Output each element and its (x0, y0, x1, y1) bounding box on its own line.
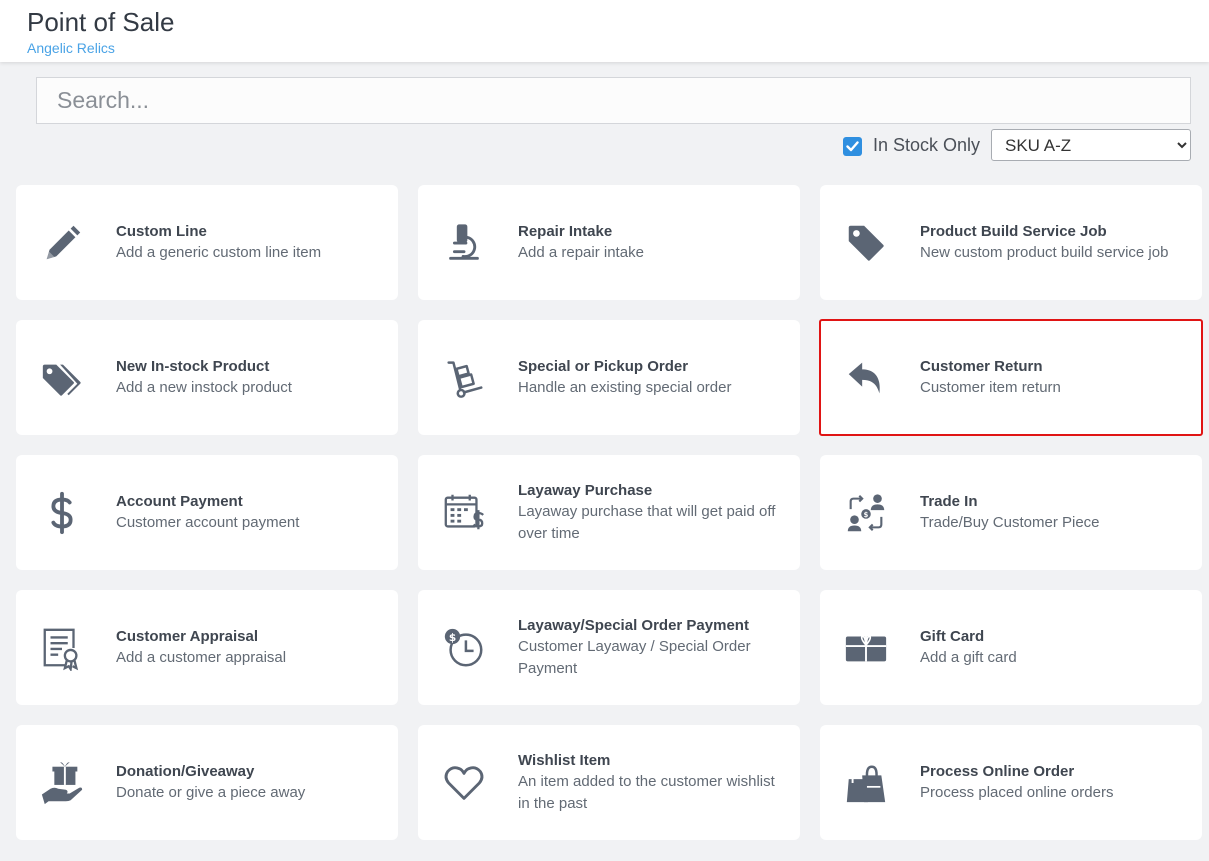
card-wishlist-item[interactable]: Wishlist Item An item added to the custo… (418, 725, 800, 840)
card-new-in-stock-product[interactable]: New In-stock Product Add a new instock p… (16, 320, 398, 435)
card-title: Donation/Giveaway (116, 762, 255, 780)
sort-select[interactable]: SKU A-Z (991, 129, 1191, 161)
card-special-or-pickup-order[interactable]: Special or Pickup Order Handle an existi… (418, 320, 800, 435)
card-title: Product Build Service Job (920, 222, 1107, 240)
gift-card-icon (842, 624, 890, 672)
page-title: Point of Sale (27, 7, 175, 37)
card-custom-line[interactable]: Custom Line Add a generic custom line it… (16, 185, 398, 300)
card-layaway-purchase[interactable]: Layaway Purchase Layaway purchase that w… (418, 455, 800, 570)
calendar-dollar-icon (440, 489, 488, 537)
card-description: Process placed online orders (920, 783, 1114, 801)
action-grid: Custom Line Add a generic custom line it… (16, 185, 1203, 840)
card-description: Customer item return (920, 378, 1061, 396)
card-process-online-order[interactable]: Process Online Order Process placed onli… (820, 725, 1202, 840)
card-customer-appraisal[interactable]: Customer Appraisal Add a customer apprai… (16, 590, 398, 705)
card-title: Special or Pickup Order (518, 357, 689, 375)
tag-icon (842, 219, 890, 267)
card-description: Add a generic custom line item (116, 243, 322, 261)
app-header: Point of Sale Angelic Relics (0, 0, 1209, 62)
in-stock-checkbox[interactable] (843, 136, 862, 156)
card-donation-giveaway[interactable]: Donation/Giveaway Donate or give a piece… (16, 725, 398, 840)
card-product-build-service-job[interactable]: Product Build Service Job New custom pro… (820, 185, 1202, 300)
card-layaway-special-order-payment[interactable]: $ Layaway/Special Order Payment Customer… (418, 590, 800, 705)
card-description: Add a repair intake (518, 243, 644, 261)
card-title: Gift Card (920, 627, 985, 645)
pencil-icon (38, 219, 86, 267)
card-title: Layaway Purchase (518, 481, 653, 499)
clock-dollar-icon: $ (440, 624, 488, 672)
card-description: Add a customer appraisal (116, 648, 287, 666)
card-title: New In-stock Product (116, 357, 270, 375)
microscope-icon (440, 219, 488, 267)
card-description: Layaway purchase that will get paid off … (518, 502, 776, 542)
card-description: Donate or give a piece away (116, 783, 306, 801)
card-description: Customer account payment (116, 513, 300, 531)
card-title: Customer Appraisal (116, 627, 258, 645)
card-title: Account Payment (116, 492, 243, 510)
tags-icon (38, 354, 86, 402)
certificate-icon (38, 624, 86, 672)
heart-icon (440, 759, 488, 807)
card-account-payment[interactable]: Account Payment Customer account payment (16, 455, 398, 570)
card-title: Custom Line (116, 222, 207, 240)
card-title: Process Online Order (920, 762, 1075, 780)
card-description: Add a new instock product (116, 378, 292, 396)
search-input[interactable] (36, 77, 1191, 124)
dollar-icon (38, 489, 86, 537)
card-description: An item added to the customer wishlist i… (518, 772, 775, 812)
shopping-bag-icon (842, 759, 890, 807)
card-description: Handle an existing special order (518, 378, 732, 396)
store-name[interactable]: Angelic Relics (27, 40, 115, 56)
card-description: Trade/Buy Customer Piece (920, 513, 1100, 531)
card-title: Layaway/Special Order Payment (518, 616, 749, 634)
reply-icon (842, 354, 890, 402)
in-stock-filter[interactable]: In Stock Only (843, 129, 980, 162)
card-title: Repair Intake (518, 222, 613, 240)
card-description: Add a gift card (920, 648, 1017, 666)
card-description: Customer Layaway / Special Order Payment (518, 637, 751, 677)
card-title: Trade In (920, 492, 978, 510)
trade-icon: $ (842, 489, 890, 537)
card-trade-in[interactable]: $ Trade In Trade/Buy Customer Piece (820, 455, 1202, 570)
dolly-icon (440, 354, 488, 402)
card-gift-card[interactable]: Gift Card Add a gift card (820, 590, 1202, 705)
card-description: New custom product build service job (920, 243, 1169, 261)
svg-text:$: $ (449, 631, 456, 643)
card-title: Customer Return (920, 357, 1043, 375)
card-repair-intake[interactable]: Repair Intake Add a repair intake (418, 185, 800, 300)
svg-text:$: $ (864, 510, 869, 518)
card-customer-return[interactable]: Customer Return Customer item return (819, 319, 1203, 436)
in-stock-label: In Stock Only (873, 135, 981, 155)
hand-gift-icon (38, 759, 86, 807)
card-title: Wishlist Item (518, 751, 611, 769)
check-icon (846, 140, 859, 151)
